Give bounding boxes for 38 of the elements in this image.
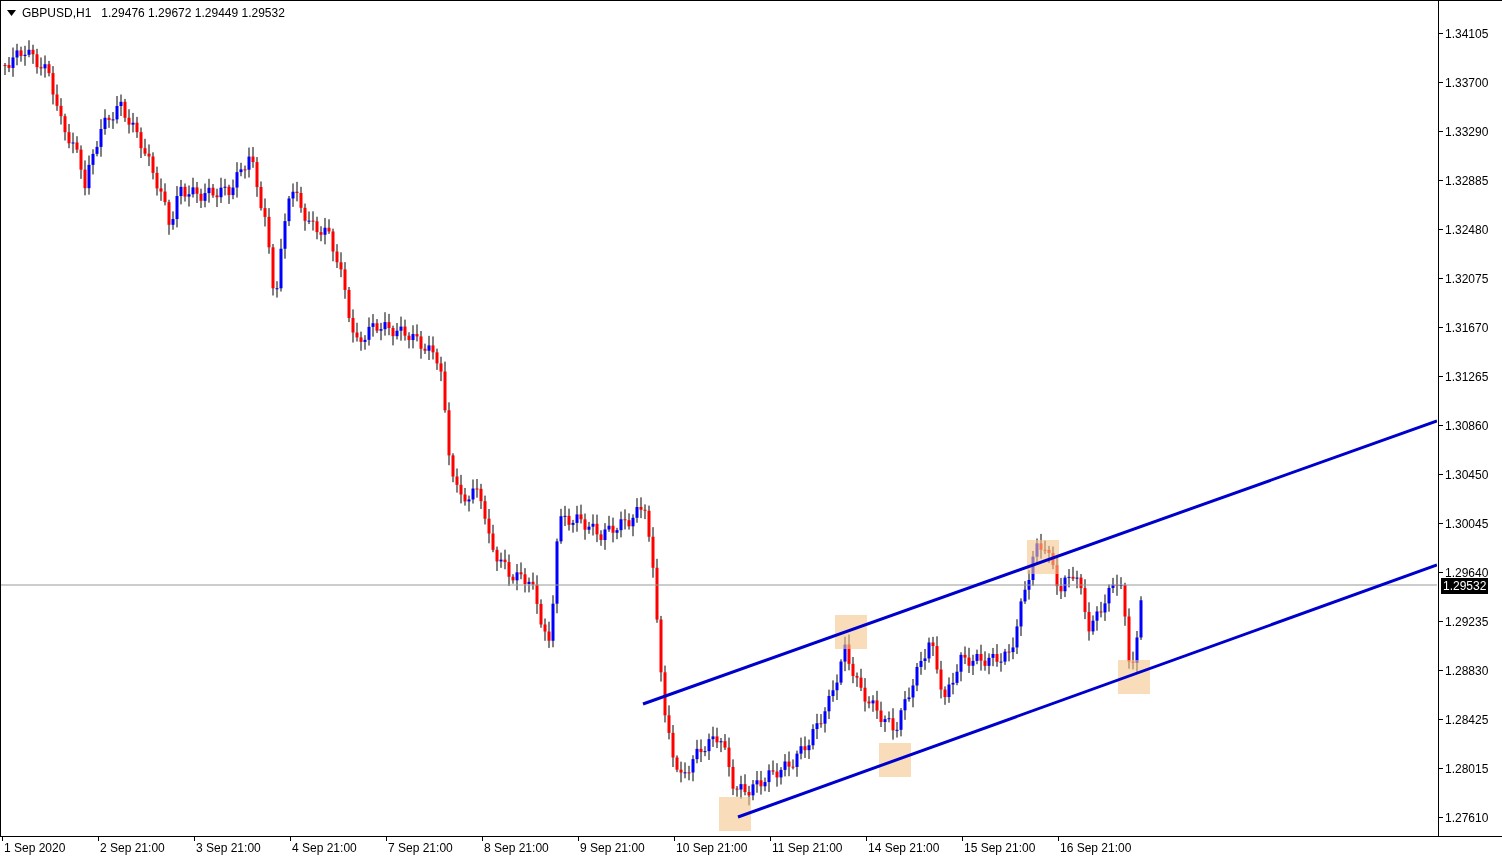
time-label: 3 Sep 21:00 — [196, 841, 261, 855]
time-label: 10 Sep 21:00 — [676, 841, 748, 855]
current-price-badge: 1.29532 — [1441, 578, 1489, 594]
highlight-marker — [1118, 660, 1150, 694]
price-label: 1.32480 — [1445, 221, 1489, 239]
price-label: 1.34105 — [1445, 25, 1489, 43]
price-label: 1.28015 — [1445, 760, 1489, 778]
price-label: 1.31670 — [1445, 319, 1489, 337]
time-label: 7 Sep 21:00 — [388, 841, 453, 855]
price-label: 1.30045 — [1445, 515, 1489, 533]
price-label: 1.32075 — [1445, 270, 1489, 288]
time-label: 1 Sep 2020 — [4, 841, 66, 855]
time-label: 16 Sep 21:00 — [1060, 841, 1132, 855]
price-label: 1.29235 — [1445, 613, 1489, 631]
price-label: 1.29640 — [1445, 564, 1489, 581]
time-label: 4 Sep 21:00 — [292, 841, 357, 855]
ohlc-quotes: 1.29476 1.29672 1.29449 1.29532 — [101, 5, 285, 22]
dropdown-caret-icon[interactable] — [7, 10, 16, 16]
highlight-marker — [719, 797, 751, 831]
price-label: 1.28830 — [1445, 662, 1489, 680]
price-label: 1.33700 — [1445, 74, 1489, 92]
price-label: 1.30860 — [1445, 417, 1489, 435]
symbol-label: GBPUSD,H1 — [22, 5, 92, 22]
price-label: 1.27610 — [1445, 809, 1489, 827]
highlight-marker — [879, 743, 911, 777]
price-label: 1.31265 — [1445, 368, 1489, 386]
time-label: 11 Sep 21:00 — [772, 841, 843, 855]
price-label: 1.32885 — [1445, 172, 1489, 190]
highlight-marker — [1027, 540, 1059, 574]
highlight-marker — [835, 615, 867, 649]
price-label: 1.33290 — [1445, 123, 1489, 141]
time-label: 2 Sep 21:00 — [100, 841, 165, 855]
time-label: 8 Sep 21:00 — [484, 841, 549, 855]
time-label: 15 Sep 21:00 — [964, 841, 1036, 855]
price-label: 1.30450 — [1445, 466, 1489, 484]
time-label: 9 Sep 21:00 — [580, 841, 645, 855]
time-label: 14 Sep 21:00 — [868, 841, 940, 855]
price-label: 1.28425 — [1445, 711, 1489, 729]
